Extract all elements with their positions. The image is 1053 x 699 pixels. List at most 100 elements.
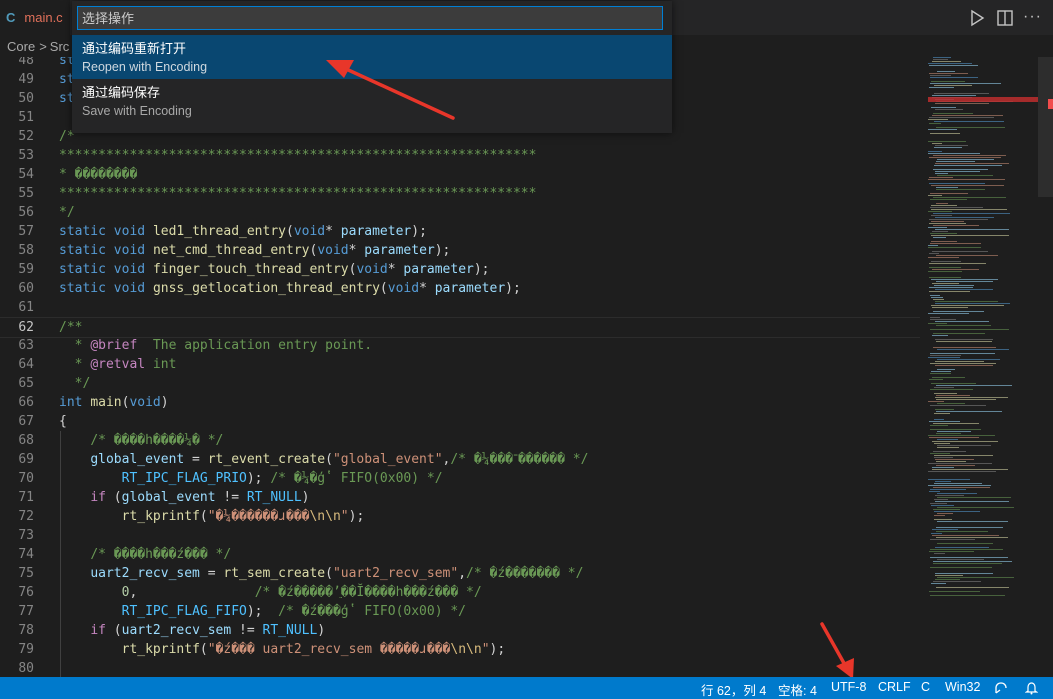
code-text[interactable]: global_event = rt_event_create("global_e… (59, 450, 588, 469)
code-text[interactable]: static void finger_touch_thread_entry(vo… (59, 260, 490, 279)
code-line[interactable]: 55 **************************************… (0, 184, 920, 203)
line-number[interactable]: 48 (0, 57, 34, 70)
code-line[interactable]: 74 /* ����һ���ź��� */ (0, 545, 920, 564)
code-text[interactable]: */ (59, 374, 91, 393)
line-number[interactable]: 49 (0, 70, 34, 89)
code-line[interactable]: 59 static void finger_touch_thread_entry(… (0, 260, 920, 279)
code-line[interactable]: 68 /* ����һ����¼� */ (0, 431, 920, 450)
line-number[interactable]: 78 (0, 621, 34, 640)
line-number[interactable]: 73 (0, 526, 34, 545)
code-text[interactable]: if (global_event != RT_NULL) (59, 488, 309, 507)
indentation-setting[interactable]: 空格: 4 (778, 680, 817, 699)
line-number[interactable]: 68 (0, 431, 34, 450)
quick-pick-item-reopen-with-encoding[interactable]: 通过编码重新打开 Reopen with Encoding (72, 35, 672, 79)
code-line[interactable]: 72 rt_kprintf("�¼������ɹ���\n\n"); (0, 507, 920, 526)
line-number[interactable]: 52 (0, 127, 34, 146)
quick-pick-input[interactable] (77, 6, 663, 30)
line-number[interactable]: 61 (0, 298, 34, 317)
language-mode[interactable]: C (921, 680, 930, 694)
code-editor[interactable]: 48st 49st 50st 51 52/* 53 ********************… (0, 57, 920, 677)
code-text[interactable]: */ (59, 203, 75, 222)
code-line[interactable]: 58 static void net_cmd_thread_entry(void*… (0, 241, 920, 260)
code-line[interactable]: 75 uart2_recv_sem = rt_sem_create("uart2… (0, 564, 920, 583)
code-text[interactable]: { (59, 412, 67, 431)
line-number[interactable]: 75 (0, 564, 34, 583)
line-number[interactable]: 67 (0, 412, 34, 431)
tab-label[interactable]: main.c (24, 10, 62, 25)
code-line[interactable]: 65 */ (0, 374, 920, 393)
code-line[interactable]: 66 int main(void) (0, 393, 920, 412)
line-number[interactable]: 63 (0, 336, 34, 355)
code-text[interactable]: /** (59, 318, 82, 337)
code-line[interactable]: 71 if (global_event != RT_NULL) (0, 488, 920, 507)
quick-pick-item-save-with-encoding[interactable]: 通过编码保存 Save with Encoding (72, 79, 672, 123)
breadcrumb-item-core[interactable]: Core (7, 39, 35, 54)
platform-indicator[interactable]: Win32 (945, 680, 980, 694)
code-line[interactable]: 78 if (uart2_recv_sem != RT_NULL) (0, 621, 920, 640)
line-number[interactable]: 58 (0, 241, 34, 260)
code-line[interactable]: 57 static void led1_thread_entry(void* pa… (0, 222, 920, 241)
line-number[interactable]: 79 (0, 640, 34, 659)
code-text[interactable]: RT_IPC_FLAG_FIFO); /* �ź���ģʽ FIFO(0x00)… (59, 602, 466, 621)
line-number[interactable]: 70 (0, 469, 34, 488)
code-line[interactable]: 67 { (0, 412, 920, 431)
line-number[interactable]: 56 (0, 203, 34, 222)
code-text[interactable]: rt_kprintf("�¼������ɹ���\n\n"); (59, 507, 365, 526)
code-line[interactable]: 69 global_event = rt_event_create("globa… (0, 450, 920, 469)
more-actions-icon[interactable]: ··· (1023, 8, 1042, 26)
code-line[interactable]: 62 /** (0, 317, 920, 338)
editor-tab-main-c[interactable]: C main.c (0, 0, 70, 35)
code-text[interactable]: static void net_cmd_thread_entry(void* p… (59, 241, 450, 260)
line-number[interactable]: 65 (0, 374, 34, 393)
code-line[interactable]: 63 * @brief The application entry point. (0, 336, 920, 355)
code-text[interactable]: if (uart2_recv_sem != RT_NULL) (59, 621, 325, 640)
line-number[interactable]: 55 (0, 184, 34, 203)
run-icon[interactable] (968, 9, 986, 27)
code-line[interactable]: 80 (0, 659, 920, 677)
code-text[interactable]: static void gnss_getlocation_thread_entr… (59, 279, 521, 298)
code-line[interactable]: 53 **************************************… (0, 146, 920, 165)
split-editor-icon[interactable] (996, 9, 1014, 27)
line-number[interactable]: 71 (0, 488, 34, 507)
code-text[interactable]: ****************************************… (59, 146, 536, 165)
code-text[interactable]: uart2_recv_sem = rt_sem_create("uart2_re… (59, 564, 583, 583)
code-line[interactable]: 64 * @retval int (0, 355, 920, 374)
code-line[interactable]: 70 RT_IPC_FLAG_PRIO); /* �¼�ģʽ FIFO(0x00… (0, 469, 920, 488)
breadcrumb-item-src[interactable]: Src (50, 39, 70, 54)
line-number[interactable]: 77 (0, 602, 34, 621)
code-text[interactable]: 0, /* �ź�����ʼֵ��Ĭ����һ���ź��� */ (59, 583, 482, 602)
code-line[interactable]: 60 static void gnss_getlocation_thread_en… (0, 279, 920, 298)
code-text[interactable]: RT_IPC_FLAG_PRIO); /* �¼�ģʽ FIFO(0x00) *… (59, 469, 443, 488)
line-number[interactable]: 74 (0, 545, 34, 564)
line-number[interactable]: 54 (0, 165, 34, 184)
code-text[interactable]: /* ����һ����¼� */ (59, 431, 223, 450)
minimap[interactable] (920, 57, 1038, 677)
code-line[interactable]: 76 0, /* �ź�����ʼֵ��Ĭ����һ���ź��� */ (0, 583, 920, 602)
code-line[interactable]: 73 (0, 526, 920, 545)
code-line[interactable]: 79 rt_kprintf("�ź��� uart2_recv_sem ����… (0, 640, 920, 659)
code-text[interactable]: * �������� (59, 165, 137, 184)
line-number[interactable]: 51 (0, 108, 34, 127)
code-text[interactable]: ****************************************… (59, 184, 536, 203)
line-number[interactable]: 64 (0, 355, 34, 374)
code-line[interactable]: 54 * �������� (0, 165, 920, 184)
code-line[interactable]: 61 (0, 298, 920, 317)
code-line[interactable]: 56 */ (0, 203, 920, 222)
line-number[interactable]: 53 (0, 146, 34, 165)
code-text[interactable]: rt_kprintf("�ź��� uart2_recv_sem �����ɹ�… (59, 640, 506, 659)
line-number[interactable]: 60 (0, 279, 34, 298)
line-number[interactable]: 66 (0, 393, 34, 412)
line-number[interactable]: 80 (0, 659, 34, 677)
code-text[interactable]: * @retval int (59, 355, 177, 374)
code-text[interactable]: /* ����һ���ź��� */ (59, 545, 231, 564)
code-text[interactable]: int main(void) (59, 393, 169, 412)
cursor-position[interactable]: 行 62，列 4 (701, 680, 766, 699)
line-number[interactable]: 69 (0, 450, 34, 469)
scrollbar-thumb[interactable] (1038, 57, 1053, 197)
end-of-line-selector[interactable]: CRLF (878, 680, 911, 694)
notifications-bell-icon[interactable] (1025, 681, 1038, 695)
line-number[interactable]: 59 (0, 260, 34, 279)
line-number[interactable]: 62 (0, 318, 34, 337)
line-number[interactable]: 57 (0, 222, 34, 241)
code-line[interactable]: 77 RT_IPC_FLAG_FIFO); /* �ź���ģʽ FIFO(0x… (0, 602, 920, 621)
